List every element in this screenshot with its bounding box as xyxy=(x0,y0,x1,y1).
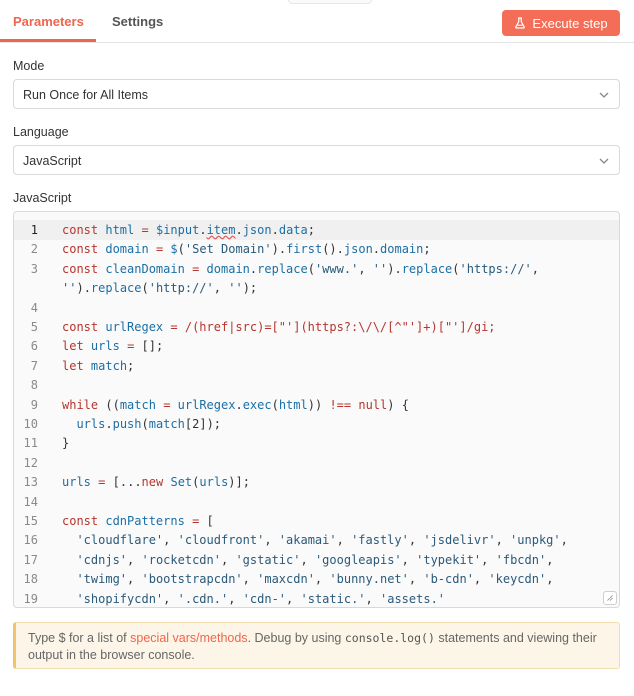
code-text: const cdnPatterns = [ xyxy=(62,514,214,528)
hint-middle: . Debug by using xyxy=(247,631,345,645)
chevron-down-icon xyxy=(599,158,609,164)
code-text: const html = $input.item.json.data; xyxy=(62,223,315,237)
code-text: const domain = $('Set Domain').first().j… xyxy=(62,242,431,257)
line-number: 2 xyxy=(30,242,38,257)
code-text: let urls = []; xyxy=(62,339,164,354)
language-select[interactable]: JavaScript xyxy=(13,145,620,175)
line-number: 11 xyxy=(23,436,38,451)
tab-settings[interactable]: Settings xyxy=(112,14,163,29)
line-number: 3 xyxy=(30,261,38,276)
line-number: 4 xyxy=(30,300,38,315)
code-text: const urlRegex = /(href|src)=["'](https?… xyxy=(62,320,496,334)
line-number: 6 xyxy=(30,339,38,354)
hint-code: console.log() xyxy=(344,631,435,645)
resize-handle-icon[interactable] xyxy=(603,591,617,605)
code-text: '').replace('http://', ''); xyxy=(62,281,258,296)
code-editor[interactable]: 1 const html = $input.item.json.data; 2 con… xyxy=(13,211,620,608)
tab-parameters[interactable]: Parameters xyxy=(13,14,84,29)
line-number: 10 xyxy=(23,417,38,431)
hint-prefix: Type $ for a list of xyxy=(28,631,131,645)
active-tab-indicator xyxy=(0,39,96,42)
mode-select[interactable]: Run Once for All Items xyxy=(13,79,620,109)
code-text: 'cdnjs', 'rocketcdn', 'gstatic', 'google… xyxy=(76,552,554,567)
line-number: 12 xyxy=(23,455,38,470)
line-number: 15 xyxy=(23,514,38,528)
code-text: while ((match = urlRegex.exec(html)) !==… xyxy=(62,397,409,412)
code-text: 'twimg', 'bootstrapcdn', 'maxcdn', 'bunn… xyxy=(76,572,554,587)
tab-bar: Parameters Settings Execute step xyxy=(0,0,634,43)
language-label: Language xyxy=(13,125,69,139)
code-text: } xyxy=(62,436,70,451)
code-text: 'shopifycdn', '.cdn.', 'cdn-', 'static.'… xyxy=(76,591,446,606)
code-text: urls = [...new Set(urls)]; xyxy=(62,475,250,490)
code-text: let match; xyxy=(62,358,135,373)
special-vars-link[interactable]: special vars/methods xyxy=(130,631,247,645)
line-number: 8 xyxy=(30,378,38,393)
language-value: JavaScript xyxy=(23,154,82,168)
code-text: const cleanDomain = domain.replace('www.… xyxy=(62,261,539,276)
line-number: 17 xyxy=(23,552,38,567)
line-number: 13 xyxy=(23,475,38,490)
hint-box: Type $ for a list of special vars/method… xyxy=(13,622,620,669)
line-number: 14 xyxy=(23,494,38,509)
chevron-down-icon xyxy=(599,92,609,98)
mode-value: Run Once for All Items xyxy=(23,88,149,102)
line-number: 7 xyxy=(30,358,38,373)
code-text: 'cloudflare', 'cloudfront', 'akamai', 'f… xyxy=(76,533,568,548)
execute-step-label: Execute step xyxy=(532,15,608,31)
javascript-label: JavaScript xyxy=(13,191,72,205)
line-number: 1 xyxy=(30,223,38,237)
execute-step-button[interactable]: Execute step xyxy=(502,10,620,36)
mode-label: Mode xyxy=(13,59,45,73)
code-text: urls.push(match[2]); xyxy=(76,417,222,431)
line-number: 18 xyxy=(23,572,38,587)
flask-icon xyxy=(515,17,526,29)
line-number: 19 xyxy=(23,591,38,606)
line-number: 9 xyxy=(30,397,38,412)
line-number: 5 xyxy=(30,320,38,334)
line-number: 16 xyxy=(23,533,38,548)
